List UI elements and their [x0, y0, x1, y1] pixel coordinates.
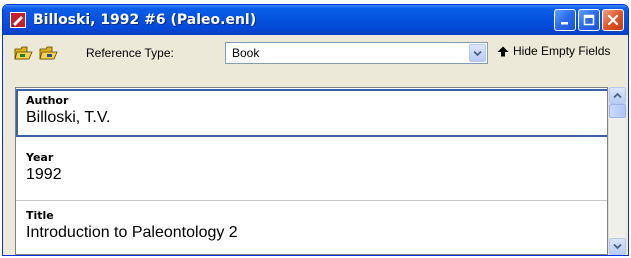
reference-window: Billoski, 1992 #6 (Paleo.enl) Reference …	[2, 4, 629, 256]
arrow-up-icon	[497, 46, 509, 57]
reference-fields-panel: Author Billoski, T.V. Year 1992 Title In…	[15, 87, 608, 255]
title-input[interactable]: Introduction to Paleontology 2	[26, 224, 238, 242]
vertical-scrollbar[interactable]	[608, 87, 626, 255]
minimize-icon	[561, 22, 568, 25]
close-button[interactable]	[602, 9, 624, 31]
chevron-down-icon	[613, 243, 622, 250]
hide-empty-fields-button[interactable]: Hide Empty Fields	[497, 44, 610, 58]
reference-type-select[interactable]: Book	[225, 42, 488, 64]
window-title: Billoski, 1992 #6 (Paleo.enl)	[33, 12, 257, 28]
title-bar[interactable]: Billoski, 1992 #6 (Paleo.enl)	[3, 5, 628, 35]
hide-empty-fields-label: Hide Empty Fields	[513, 44, 611, 58]
folder-open-icon[interactable]	[38, 44, 60, 62]
maximize-icon	[583, 14, 595, 26]
field-label-year: Year	[26, 151, 54, 164]
folder-open-icon[interactable]	[13, 44, 35, 62]
maximize-button[interactable]	[578, 9, 600, 31]
minimize-button[interactable]	[554, 9, 576, 31]
endnote-app-icon	[9, 11, 27, 29]
reference-type-value: Book	[232, 46, 260, 60]
field-author[interactable]: Author Billoski, T.V.	[16, 89, 607, 137]
toolbar: Reference Type: Book Hide Empty Fields	[3, 35, 628, 71]
field-title[interactable]: Title Introduction to Paleontology 2	[16, 202, 607, 254]
reference-type-label: Reference Type:	[86, 46, 174, 60]
field-year[interactable]: Year 1992	[16, 144, 607, 196]
field-label-author: Author	[26, 94, 69, 107]
field-divider	[16, 200, 607, 201]
field-label-title: Title	[26, 209, 54, 222]
chevron-up-icon	[613, 92, 622, 99]
close-icon	[607, 14, 619, 26]
year-input[interactable]: 1992	[26, 166, 62, 184]
author-input[interactable]: Billoski, T.V.	[26, 109, 110, 127]
scroll-up-button[interactable]	[609, 87, 626, 104]
scrollbar-thumb[interactable]	[609, 104, 626, 118]
scroll-down-button[interactable]	[609, 238, 626, 255]
chevron-down-icon[interactable]	[469, 44, 486, 62]
